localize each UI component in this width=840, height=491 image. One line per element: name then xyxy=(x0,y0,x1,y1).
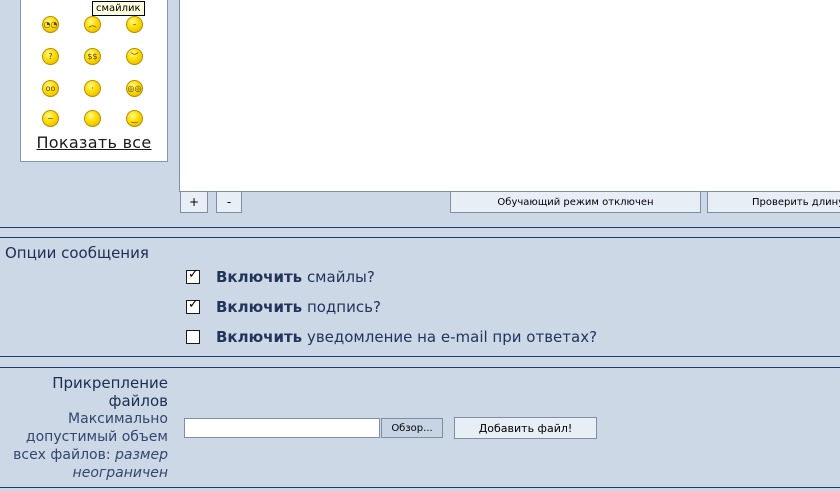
smiley-tooltip: смайлик xyxy=(92,1,145,16)
enable-signature-checkbox[interactable]: ✓ xyxy=(186,297,200,314)
browse-button[interactable]: Обзор... xyxy=(381,418,443,438)
smiley-sad-icon[interactable]: ︵ xyxy=(84,16,101,33)
file-path-input[interactable] xyxy=(184,418,380,438)
message-textarea[interactable] xyxy=(179,0,840,192)
option-enable-signature[interactable]: ✓ Включить подпись? xyxy=(186,297,381,317)
smiley-glasses-icon[interactable]: oo xyxy=(42,80,59,97)
attachments-limit-text: Максимально допустимый объем всех файлов… xyxy=(13,411,168,481)
shrink-editor-button[interactable]: - xyxy=(216,191,242,213)
enable-smileys-label: Включить смайлы? xyxy=(216,268,375,286)
add-file-button[interactable]: Добавить файл! xyxy=(454,417,597,439)
smiley-angry-icon[interactable]: ︶ xyxy=(126,48,143,65)
divider xyxy=(0,227,840,228)
show-all-smileys-link[interactable]: Показать все xyxy=(21,133,167,152)
smiley-wink-icon[interactable]: ~ xyxy=(42,110,59,127)
option-email-notify[interactable]: Включить уведомление на e-mail при ответ… xyxy=(186,327,597,347)
smiley-panel: ◔◔ ︵ –? $$ ︶ oo · ◎◎ ~ ‿ Показать все xyxy=(20,0,168,162)
smiley-grid: ◔◔ ︵ –? $$ ︶ oo · ◎◎ ~ ‿ xyxy=(21,0,167,137)
message-options-title: Опции сообщения xyxy=(5,244,149,262)
check-mark-icon: ✓ xyxy=(188,267,199,282)
divider xyxy=(0,356,840,357)
smiley-thinking-icon[interactable]: ? xyxy=(42,48,59,65)
option-enable-smileys[interactable]: ✓ Включить смайлы? xyxy=(186,267,375,287)
smiley-eyes-icon[interactable]: ◎◎ xyxy=(126,80,143,97)
divider xyxy=(0,367,840,368)
smiley-blank-icon[interactable] xyxy=(84,110,101,127)
smiley-confused-icon[interactable]: · xyxy=(84,80,101,97)
smiley-money-icon[interactable]: $$ xyxy=(84,48,101,65)
enable-signature-label: Включить подпись? xyxy=(216,298,381,316)
divider xyxy=(0,237,840,238)
enable-smileys-checkbox[interactable]: ✓ xyxy=(186,267,200,284)
smiley-neutral-icon[interactable]: – xyxy=(126,16,143,33)
attachments-title: Прикрепление файлов xyxy=(52,374,168,410)
smiley-cool-icon[interactable]: ◔◔ xyxy=(42,16,59,33)
training-mode-button[interactable]: Обучающий режим отключен xyxy=(450,191,701,213)
check-mark-icon: ✓ xyxy=(188,297,199,312)
check-length-button[interactable]: Проверить длину xyxy=(707,191,840,213)
email-notify-checkbox[interactable] xyxy=(186,330,200,344)
enlarge-editor-button[interactable]: + xyxy=(180,191,208,213)
divider xyxy=(0,487,840,488)
smiley-smile-icon[interactable]: ‿ xyxy=(126,110,143,127)
email-notify-label: Включить уведомление на e-mail при ответ… xyxy=(216,328,598,346)
